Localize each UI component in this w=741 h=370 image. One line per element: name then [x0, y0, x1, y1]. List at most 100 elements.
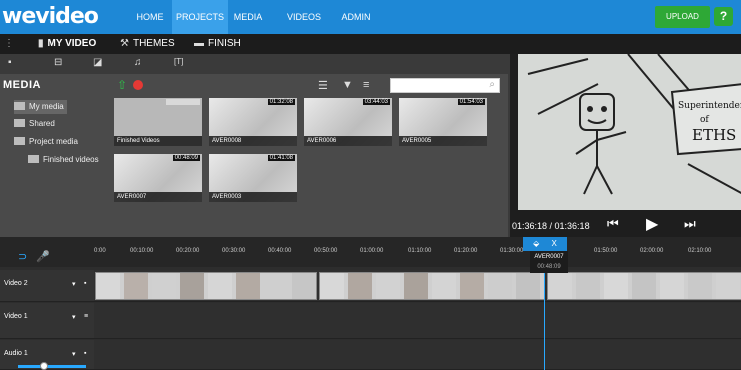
- folder-shared[interactable]: Shared: [14, 117, 55, 131]
- folder-icon: [14, 102, 25, 110]
- tab-finish[interactable]: ▬ FINISH: [194, 34, 241, 54]
- clip-frame: [660, 273, 684, 299]
- media-item-duration: 03:44:03: [362, 99, 390, 105]
- search-icon: ⌕: [489, 79, 495, 90]
- time-tick: 00:10:00: [130, 248, 154, 254]
- media-panel: MEDIA ⇧ ☰ ▼ ≡ ⌕ My media Shared Project …: [0, 74, 508, 237]
- media-search-input[interactable]: ⌕: [390, 78, 500, 93]
- clip-frame: [516, 273, 540, 299]
- clip-frame: [320, 273, 344, 299]
- media-item-duration: 01:32:08: [267, 99, 295, 105]
- timeline: ⊃ 🎤 0:00 00:10:00 00:20:00 00:30:00 00:4…: [0, 237, 741, 370]
- track-label: Video 1: [4, 313, 28, 320]
- folder-my-media[interactable]: My media: [14, 100, 67, 114]
- preview-panel: Superintendent of ETHS 01:36:18 / 01:36:…: [508, 54, 741, 237]
- track-label: Audio 1: [4, 350, 28, 357]
- play-icon[interactable]: ▶: [646, 214, 658, 234]
- nav-media[interactable]: MEDIA: [228, 0, 268, 34]
- clip-frame: [264, 273, 288, 299]
- track-video-1[interactable]: [94, 303, 741, 339]
- time-tick: 01:50:00: [594, 248, 618, 254]
- timeline-clip[interactable]: [319, 272, 545, 300]
- media-item-aver0005[interactable]: 01:54:03 AVER0005: [399, 98, 487, 146]
- snap-icon[interactable]: ⊃: [18, 250, 27, 263]
- clip-frame: [208, 273, 232, 299]
- media-item-aver0006[interactable]: 03:44:03 AVER0006: [304, 98, 392, 146]
- clip-frame: [716, 273, 740, 299]
- clapper-icon: ▬: [194, 38, 204, 49]
- track-dropdown-icon[interactable]: ▾: [72, 313, 76, 321]
- timeline-clip[interactable]: [547, 272, 741, 300]
- nav-admin[interactable]: ADMIN: [336, 0, 376, 34]
- track-menu-icon[interactable]: ▪: [84, 280, 86, 287]
- skip-back-icon[interactable]: ⏮: [607, 216, 619, 232]
- skip-forward-icon[interactable]: ⏭: [684, 216, 696, 232]
- preview-video[interactable]: Superintendent of ETHS: [518, 54, 741, 210]
- tooltip-clip-name: AVER0007: [534, 254, 564, 260]
- folder-label: My media: [29, 102, 64, 111]
- nav-projects[interactable]: PROJECTS: [172, 0, 228, 34]
- tab-themes[interactable]: ⚒ THEMES: [120, 34, 175, 54]
- folder-label: Project media: [29, 137, 78, 146]
- media-item-caption: Finished Videos: [114, 136, 202, 146]
- transitions-icon[interactable]: ⊟: [54, 57, 62, 68]
- time-tick: 00:50:00: [314, 248, 338, 254]
- whiteboard-text-line: ETHS: [692, 126, 736, 144]
- clip-frame: [152, 273, 176, 299]
- nav-home[interactable]: HOME: [132, 0, 168, 34]
- timeline-ruler[interactable]: ⊃ 🎤 0:00 00:10:00 00:20:00 00:30:00 00:4…: [0, 237, 741, 267]
- marker-icon[interactable]: ⬙: [533, 239, 539, 248]
- zoom-slider-knob[interactable]: [40, 362, 48, 370]
- track-audio-1[interactable]: [94, 340, 741, 370]
- clip-frame: [124, 273, 148, 299]
- music-icon[interactable]: ♫: [134, 57, 142, 68]
- nav-videos[interactable]: VIDEOS: [284, 0, 324, 34]
- help-button[interactable]: ?: [714, 7, 733, 26]
- menu-icon[interactable]: ⋮: [4, 34, 14, 54]
- timeline-clip[interactable]: [95, 272, 317, 300]
- media-header: MEDIA ⇧ ☰ ▼ ≡ ⌕: [0, 74, 508, 98]
- track-label: Video 2: [4, 280, 28, 287]
- folder-finished-videos[interactable]: Finished videos: [28, 153, 99, 167]
- clip-frame: [404, 273, 428, 299]
- time-tick: 00:30:00: [222, 248, 246, 254]
- time-tick: 01:00:00: [360, 248, 384, 254]
- filter-icon[interactable]: ▼: [342, 79, 353, 91]
- track-dropdown-icon[interactable]: ▾: [72, 280, 76, 288]
- media-item-aver0007[interactable]: 00:48:09 AVER0007: [114, 154, 202, 202]
- track-dropdown-icon[interactable]: ▾: [72, 350, 76, 358]
- video-media-icon[interactable]: ▪: [8, 57, 12, 68]
- clip-frame: [96, 273, 120, 299]
- microphone-icon[interactable]: 🎤: [36, 250, 50, 263]
- track-video-2[interactable]: [94, 270, 741, 302]
- media-item-finished-videos[interactable]: Finished Videos: [114, 98, 202, 146]
- clip-frame: [604, 273, 628, 299]
- time-tick: 01:30:00: [500, 248, 524, 254]
- list-view-icon[interactable]: ☰: [318, 79, 328, 92]
- record-icon[interactable]: [133, 80, 143, 90]
- folder-icon: [28, 155, 39, 163]
- time-tick: 02:10:00: [688, 248, 712, 254]
- tab-label: THEMES: [132, 38, 175, 49]
- split-close-button[interactable]: X: [552, 239, 557, 248]
- media-item-aver0003[interactable]: 01:41:08 AVER0003: [209, 154, 297, 202]
- zoom-slider[interactable]: [18, 362, 86, 370]
- upload-button[interactable]: UPLOAD: [655, 6, 710, 28]
- clip-frame: [548, 273, 572, 299]
- track-menu-icon[interactable]: ≡: [84, 313, 88, 320]
- text-icon[interactable]: [T]: [174, 57, 183, 66]
- folder-icon: [14, 119, 25, 127]
- upload-arrow-icon[interactable]: ⇧: [117, 78, 127, 92]
- sort-icon[interactable]: ≡: [363, 79, 369, 91]
- folder-project-media[interactable]: Project media: [14, 135, 78, 149]
- tab-my-video[interactable]: ▮ MY VIDEO: [38, 34, 96, 54]
- clip-frame: [460, 273, 484, 299]
- media-item-aver0008[interactable]: 01:32:08 AVER0008: [209, 98, 297, 146]
- track-menu-icon[interactable]: ▪: [84, 350, 86, 357]
- app-root: wevideo HOME PROJECTS MEDIA VIDEOS ADMIN…: [0, 0, 741, 370]
- wevideo-logo[interactable]: wevideo: [2, 4, 99, 29]
- top-nav: wevideo HOME PROJECTS MEDIA VIDEOS ADMIN…: [0, 0, 741, 34]
- image-icon[interactable]: ◪: [93, 57, 102, 68]
- playhead-handle[interactable]: ⬙ X: [523, 237, 567, 251]
- clip-frame: [236, 273, 260, 299]
